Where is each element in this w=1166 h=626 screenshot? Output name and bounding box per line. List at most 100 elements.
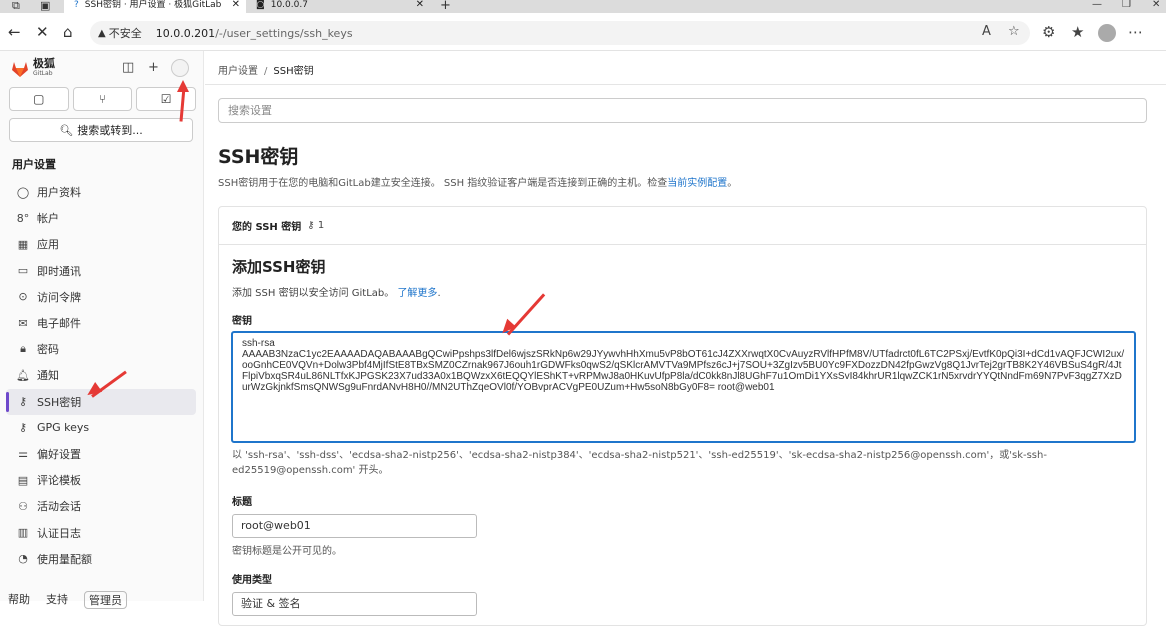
sidebar-item-label: 活动会话 — [37, 500, 81, 514]
merge-requests-button[interactable]: ⑂ — [72, 87, 133, 111]
sidebar-item[interactable]: 8° 帐户 — [6, 205, 196, 231]
read-aloud-icon[interactable]: A — [982, 24, 991, 39]
sidebar-item-label: 密码 — [37, 343, 59, 357]
sidebar: 极狐 GitLab ◫ + ▢ ⑂ ☑ 🔍︎ 搜索或转到... 用户设置 ◯ 用户… — [0, 51, 204, 609]
warning-icon: ▲ — [98, 27, 106, 39]
key-icon: ⚷ — [18, 395, 28, 409]
browser-tab-bar: ⧉ ▣ ? SSH密钥 · 用户设置 · 极狐GitLab ✕ ◙ 10.0.0… — [0, 0, 1166, 13]
sidebar-item-label: 应用 — [37, 238, 59, 252]
key-hint: 以 'ssh-rsa'、'ssh-dss'、'ecdsa-sha2-nistp2… — [232, 450, 1047, 476]
search-icon: 🔍︎ — [59, 123, 74, 137]
tab-other[interactable]: ◙ 10.0.0.7 ✕ — [250, 0, 430, 13]
page-title: SSH密钥 — [218, 146, 299, 168]
url-host: 10.0.0.201 — [155, 26, 216, 40]
tab-favicon-icon: ◙ — [256, 0, 265, 10]
card-header-title: 您的 SSH 密钥 — [232, 222, 302, 233]
main-content: 用户设置 / SSH密钥 搜索设置 SSH密钥 SSH密钥用于在您的电脑和GitLa… — [205, 51, 1166, 626]
help-button[interactable]: 帮助 — [8, 591, 30, 609]
breadcrumb-current[interactable]: SSH密钥 — [273, 66, 313, 77]
instance-config-link[interactable]: 当前实例配置 — [667, 178, 727, 189]
description-text: SSH密钥用于在您的电脑和GitLab建立安全连接。 SSH 指纹验证客户端是否… — [218, 178, 668, 189]
admin-button[interactable]: 管理员 — [84, 591, 127, 609]
merge-request-icon: ⑂ — [98, 92, 107, 106]
title-label: 标题 — [232, 497, 252, 508]
tab-title: SSH密钥 · 用户设置 · 极狐GitLab — [84, 0, 222, 10]
workspaces-icon[interactable]: ⧉ — [12, 0, 20, 11]
sidebar-item[interactable]: 🔒︎ 密码 — [6, 336, 196, 362]
user-avatar[interactable] — [171, 59, 189, 77]
profile-icon: ◯ — [16, 185, 30, 199]
sidebar-item[interactable]: ✉ 电子邮件 — [6, 310, 196, 336]
tab-favicon-icon: ? — [74, 0, 79, 10]
issues-icon: ▢ — [33, 92, 45, 106]
breadcrumb-parent[interactable]: 用户设置 — [218, 66, 258, 77]
chat-icon: ▭ — [17, 264, 29, 278]
usage-type-label: 使用类型 — [232, 575, 272, 586]
url-field[interactable]: ▲ 不安全 10.0.0.201 /-/user_settings/ssh_ke… — [90, 21, 1030, 45]
token-icon: ⊙ — [18, 290, 28, 304]
close-icon[interactable]: ✕ — [232, 0, 240, 10]
sidebar-item-label: 通知 — [37, 369, 59, 383]
home-icon[interactable]: ⌂ — [63, 22, 73, 42]
title-input[interactable]: root@web01 — [232, 514, 477, 538]
settings-search-input[interactable]: 搜索设置 — [218, 98, 1147, 123]
add-key-text: 添加 SSH 密钥以安全访问 GitLab。 — [232, 288, 395, 299]
todo-icon: ☑ — [160, 92, 172, 106]
search-button[interactable]: 🔍︎ 搜索或转到... — [9, 118, 193, 142]
add-key-title: 添加SSH密钥 — [232, 258, 326, 276]
sidebar-item[interactable]: ⚌ 偏好设置 — [6, 441, 196, 467]
breadcrumb: 用户设置 / SSH密钥 — [218, 66, 314, 77]
sidebar-item[interactable]: 🔔︎ 通知 — [6, 362, 196, 388]
preferences-icon: ⚌ — [18, 447, 28, 461]
favorites-icon[interactable]: ★ — [1071, 23, 1084, 41]
brand-sub: GitLab — [33, 70, 53, 77]
tab-title: 10.0.0.7 — [270, 0, 308, 10]
favorite-star-icon[interactable]: ☆ — [1008, 24, 1020, 39]
sidebar-item[interactable]: ▤ 评论模板 — [6, 467, 196, 493]
section-title: 用户设置 — [12, 158, 56, 171]
sidebar-item[interactable]: ◔ 使用量配额 — [6, 546, 196, 572]
profile-avatar[interactable] — [1098, 24, 1116, 42]
sidebar-item[interactable]: ⚷ GPG keys — [6, 415, 196, 441]
key-label: 密钥 — [232, 316, 252, 327]
gitlab-logo-icon[interactable] — [10, 59, 30, 79]
create-new-icon[interactable]: + — [148, 60, 159, 76]
maximize-icon[interactable]: ❐ — [1122, 0, 1131, 10]
extensions-icon[interactable]: ⚙ — [1042, 23, 1055, 41]
more-icon[interactable]: ⋯ — [1128, 23, 1143, 41]
learn-more-link[interactable]: 了解更多 — [397, 288, 437, 299]
support-button[interactable]: 支持 — [46, 591, 68, 609]
new-tab-icon[interactable]: + — [440, 0, 451, 13]
sidebar-item[interactable]: ▥ 认证日志 — [6, 519, 196, 545]
tab-ssh-keys[interactable]: ? SSH密钥 · 用户设置 · 极狐GitLab ✕ — [64, 0, 246, 13]
close-icon[interactable]: ✕ — [416, 0, 424, 10]
breadcrumb-bar: 用户设置 / SSH密钥 — [205, 51, 1166, 85]
stop-icon[interactable]: ✕ — [36, 22, 49, 42]
sidebar-item[interactable]: ⚇ 活动会话 — [6, 493, 196, 519]
sidebar-item[interactable]: ▦ 应用 — [6, 231, 196, 257]
applications-icon: ▦ — [17, 237, 29, 251]
issues-button[interactable]: ▢ — [9, 87, 69, 111]
brand-name: 极狐 — [33, 57, 55, 70]
settings-menu: ◯ 用户资料 8° 帐户 ▦ 应用 ▭ 即时通讯 ⊙ 访问令牌 ✉ 电子邮件 🔒︎ 密码 🔔︎ 通知 ⚷ SSH密… — [6, 179, 196, 572]
key-textarea[interactable]: ssh-rsa AAAAB3NzaC1yc2EAAAADAQABAAABgQCw… — [231, 331, 1136, 443]
search-label: 搜索或转到... — [77, 124, 143, 137]
minimize-icon[interactable]: — — [1092, 0, 1102, 10]
sidebar-item-label: 使用量配额 — [37, 552, 92, 566]
sidebar-item-label: 偏好设置 — [37, 447, 81, 461]
sidebar-item[interactable]: ◯ 用户资料 — [6, 179, 196, 205]
sidebar-item-label: 访问令牌 — [37, 290, 81, 304]
back-icon[interactable]: ← — [8, 22, 21, 42]
add-key-subtitle: 添加 SSH 密钥以安全访问 GitLab。 了解更多. — [232, 288, 441, 299]
lock-icon: 🔒︎ — [20, 342, 26, 356]
not-secure-label: 不安全 — [108, 27, 142, 40]
usage-type-select[interactable]: 验证 & 签名 — [232, 592, 477, 616]
sidebar-item[interactable]: ⊙ 访问令牌 — [6, 284, 196, 310]
key-count-icon: ⚷ — [307, 220, 315, 231]
page-description: SSH密钥用于在您的电脑和GitLab建立安全连接。 SSH 指纹验证客户端是否… — [218, 174, 737, 189]
sidebar-item-label: 帐户 — [37, 212, 59, 226]
tab-actions-icon[interactable]: ▣ — [40, 0, 50, 11]
sidebar-item[interactable]: ▭ 即时通讯 — [6, 258, 196, 284]
collapse-sidebar-icon[interactable]: ◫ — [122, 60, 134, 76]
close-window-icon[interactable]: ✕ — [1152, 0, 1160, 10]
